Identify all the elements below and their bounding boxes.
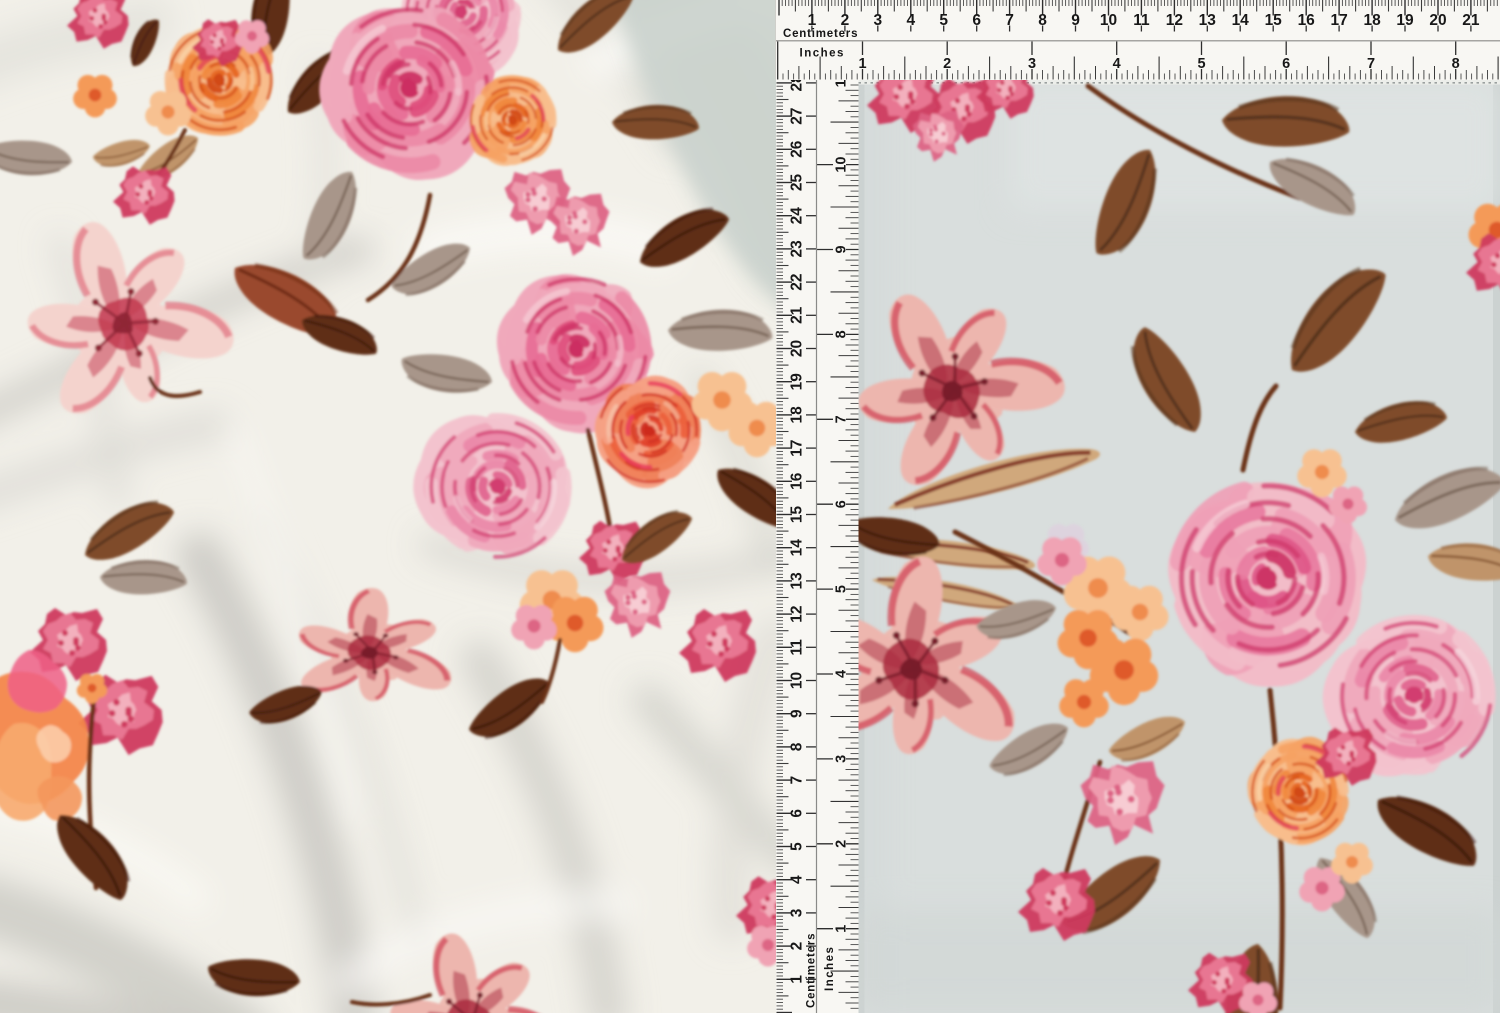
svg-text:2: 2 <box>834 840 850 848</box>
svg-text:7: 7 <box>1367 56 1375 72</box>
svg-text:13: 13 <box>1199 12 1217 29</box>
svg-text:5: 5 <box>1197 56 1205 72</box>
svg-text:1: 1 <box>808 12 817 29</box>
svg-text:7: 7 <box>834 415 850 423</box>
svg-text:3: 3 <box>873 12 882 29</box>
svg-text:Centimeters: Centimeters <box>806 933 818 1008</box>
svg-text:8: 8 <box>1038 12 1047 29</box>
svg-text:8: 8 <box>1452 56 1460 72</box>
svg-text:20: 20 <box>789 340 806 357</box>
svg-text:3: 3 <box>789 908 806 917</box>
svg-text:19: 19 <box>789 373 806 391</box>
svg-text:7: 7 <box>1005 12 1014 29</box>
svg-text:Centimeters: Centimeters <box>783 28 858 40</box>
svg-text:23: 23 <box>789 240 806 258</box>
svg-text:9: 9 <box>789 709 806 718</box>
svg-text:15: 15 <box>789 506 806 524</box>
svg-text:4: 4 <box>906 12 915 29</box>
svg-text:21: 21 <box>789 306 806 324</box>
svg-text:26: 26 <box>789 140 806 158</box>
svg-text:6: 6 <box>834 500 850 508</box>
svg-text:5: 5 <box>939 12 948 29</box>
svg-text:8: 8 <box>789 742 806 751</box>
svg-text:17: 17 <box>1330 12 1347 29</box>
svg-text:11: 11 <box>1133 12 1150 29</box>
svg-text:1: 1 <box>834 925 850 933</box>
svg-text:14: 14 <box>1232 12 1250 29</box>
svg-text:16: 16 <box>1298 12 1316 29</box>
svg-text:4: 4 <box>789 875 806 884</box>
svg-text:3: 3 <box>1028 56 1036 72</box>
svg-text:5: 5 <box>789 842 806 851</box>
svg-text:10: 10 <box>1100 12 1117 29</box>
svg-text:25: 25 <box>789 174 806 192</box>
svg-text:14: 14 <box>789 539 806 557</box>
svg-text:4: 4 <box>1113 56 1121 72</box>
svg-text:19: 19 <box>1396 12 1414 29</box>
svg-text:20: 20 <box>1429 12 1446 29</box>
svg-text:12: 12 <box>1166 12 1183 29</box>
svg-text:Inches: Inches <box>824 946 836 991</box>
svg-text:2: 2 <box>789 942 806 951</box>
svg-text:24: 24 <box>789 207 806 225</box>
svg-text:1: 1 <box>789 975 806 984</box>
svg-text:9: 9 <box>834 245 850 253</box>
svg-text:2: 2 <box>943 56 951 72</box>
svg-text:22: 22 <box>789 273 806 290</box>
svg-text:10: 10 <box>789 672 806 689</box>
svg-text:15: 15 <box>1265 12 1283 29</box>
svg-text:12: 12 <box>789 605 806 622</box>
svg-text:18: 18 <box>789 406 806 424</box>
svg-text:16: 16 <box>789 472 806 490</box>
svg-text:17: 17 <box>789 439 806 456</box>
svg-text:9: 9 <box>1071 12 1080 29</box>
svg-text:18: 18 <box>1363 12 1381 29</box>
svg-text:3: 3 <box>834 755 850 763</box>
svg-text:13: 13 <box>789 572 806 590</box>
svg-text:4: 4 <box>834 670 850 678</box>
svg-text:6: 6 <box>972 12 981 29</box>
svg-text:7: 7 <box>789 776 806 785</box>
svg-text:8: 8 <box>834 330 850 338</box>
svg-text:21: 21 <box>1462 12 1480 29</box>
svg-text:Inches: Inches <box>800 48 845 60</box>
svg-text:27: 27 <box>789 107 806 124</box>
svg-text:1: 1 <box>858 56 866 72</box>
svg-text:10: 10 <box>834 157 850 173</box>
svg-text:2: 2 <box>841 12 850 29</box>
svg-text:6: 6 <box>1282 56 1290 72</box>
svg-text:6: 6 <box>789 809 806 818</box>
svg-text:5: 5 <box>834 585 850 593</box>
svg-text:11: 11 <box>789 639 806 656</box>
